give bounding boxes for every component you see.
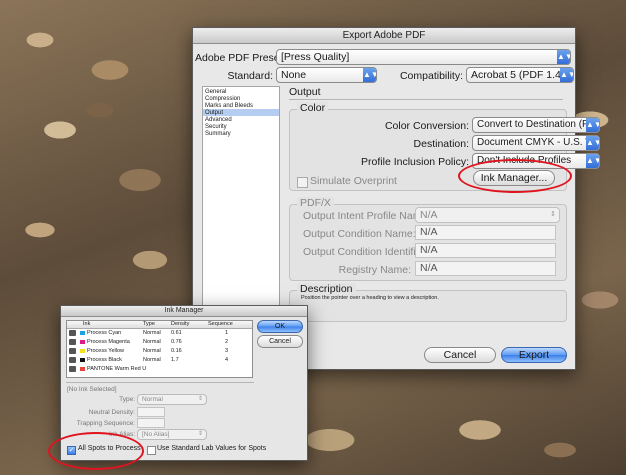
destination-value: Document CMYK - U.S. Web... [477, 137, 599, 148]
section-title: Output [289, 86, 321, 98]
preset-select[interactable]: [Press Quality] ▲▼ [276, 49, 571, 65]
chevron-updown-icon: ▲▼ [557, 50, 570, 64]
chevron-updown-icon: ▲▼ [363, 68, 376, 82]
nav-item-compression[interactable]: Compression [203, 95, 279, 102]
highlight-circle [458, 159, 572, 193]
highlight-circle [48, 432, 144, 470]
chevron-updown-icon: ▲▼ [586, 154, 599, 168]
col-ink[interactable]: Ink [83, 321, 90, 328]
color-conversion-select[interactable]: Convert to Destination (Prese... ▲▼ [472, 117, 600, 133]
ink-row[interactable]: Process Magenta Normal 0.76 2 [67, 338, 252, 346]
description-text: Position the pointer over a heading to v… [301, 295, 439, 301]
color-conversion-label: Color Conversion: [384, 120, 469, 132]
ink-row[interactable]: PANTONE Warm Red U [67, 365, 252, 373]
preset-label: Adobe PDF Preset: [195, 52, 286, 64]
swatch-icon [80, 340, 85, 344]
nav-item-security[interactable]: Security [203, 123, 279, 130]
output-intent-select[interactable]: N/A ⇕ [415, 207, 560, 223]
printer-icon [69, 339, 76, 345]
output-condition-label: Output Condition Name: [303, 228, 416, 240]
output-intent-value: N/A [420, 209, 438, 221]
swatch-icon [80, 349, 85, 353]
nav-item-general[interactable]: General [203, 87, 279, 95]
output-identifier-label: Output Condition Identifier: [303, 246, 428, 258]
swatch-icon [80, 358, 85, 362]
trapping-sequence-label: Trapping Sequence: [76, 420, 135, 427]
neutral-density-field[interactable] [137, 407, 165, 417]
ink-row[interactable]: Process Cyan Normal 0.61 1 [67, 329, 252, 337]
nav-item-summary[interactable]: Summary [203, 130, 279, 137]
profile-inclusion-label: Profile Inclusion Policy: [361, 156, 469, 168]
output-intent-label: Output Intent Profile Name: [303, 210, 431, 222]
use-lab-checkbox[interactable] [147, 446, 156, 455]
destination-label: Destination: [413, 138, 469, 150]
compat-select[interactable]: Acrobat 5 (PDF 1.4) ▲▼ [466, 67, 574, 83]
ok-button[interactable]: OK [257, 320, 303, 333]
simulate-overprint-label: Simulate Overprint [310, 175, 397, 187]
compat-value: Acrobat 5 (PDF 1.4) [471, 69, 565, 81]
description-title: Description [297, 283, 356, 295]
export-dialog-titlebar: Export Adobe PDF [193, 28, 575, 44]
type-label: Type: [119, 396, 135, 403]
output-identifier-field[interactable]: N/A [415, 243, 556, 258]
standard-select[interactable]: None ▲▼ [276, 67, 377, 83]
trapping-sequence-field[interactable] [137, 418, 165, 428]
simulate-overprint-checkbox[interactable] [297, 177, 308, 188]
printer-icon [69, 366, 76, 372]
destination-select[interactable]: Document CMYK - U.S. Web... ▲▼ [472, 135, 600, 151]
chevron-updown-icon: ⇕ [197, 396, 203, 402]
chevron-updown-icon: ⇕ [550, 211, 556, 218]
chevron-updown-icon: ▲▼ [586, 136, 599, 150]
nav-item-output[interactable]: Output [203, 109, 279, 116]
printer-icon [69, 348, 76, 354]
standard-value: None [281, 69, 307, 81]
selection-label: [No Ink Selected] [67, 386, 117, 393]
chevron-updown-icon: ⇕ [197, 431, 203, 437]
pdfx-group-title: PDF/X [297, 197, 334, 209]
use-lab-label: Use Standard Lab Values for Spots [157, 445, 267, 452]
ink-manager-title: Ink Manager [164, 307, 204, 314]
ink-alias-select[interactable]: [No Alias] ⇕ [137, 429, 207, 440]
ink-cancel-button[interactable]: Cancel [257, 335, 303, 348]
printer-icon [69, 357, 76, 363]
swatch-icon [80, 331, 85, 335]
color-conversion-value: Convert to Destination (Prese... [477, 119, 599, 130]
col-sequence[interactable]: Sequence [208, 321, 233, 328]
nav-item-marks-bleeds[interactable]: Marks and Bleeds [203, 102, 279, 109]
nav-item-advanced[interactable]: Advanced [203, 116, 279, 123]
color-group-title: Color [297, 102, 329, 114]
export-button[interactable]: Export [501, 347, 567, 363]
cancel-button[interactable]: Cancel [424, 347, 496, 363]
printer-icon [69, 330, 76, 336]
chevron-updown-icon: ▲▼ [586, 118, 599, 132]
section-divider [289, 99, 563, 100]
registry-name-field[interactable]: N/A [415, 261, 556, 276]
neutral-density-label: Neutral Density: [88, 409, 135, 416]
registry-name-label: Registry Name: [338, 264, 411, 276]
col-density[interactable]: Density [171, 321, 189, 328]
ink-row[interactable]: Process Black Normal 1.7 4 [67, 356, 252, 364]
swatch-icon [80, 367, 85, 371]
compat-label: Compatibility: [399, 70, 463, 82]
preset-value: [Press Quality] [281, 51, 350, 63]
ink-row[interactable]: Process Yellow Normal 0.16 3 [67, 347, 252, 355]
ink-manager-titlebar: Ink Manager [61, 306, 307, 317]
export-dialog-title: Export Adobe PDF [342, 30, 426, 41]
ink-table-header: Ink Type Density Sequence [67, 321, 252, 329]
ink-table: Ink Type Density Sequence Process Cyan N… [66, 320, 253, 378]
chevron-updown-icon: ▲▼ [560, 68, 573, 82]
output-condition-field[interactable]: N/A [415, 225, 556, 240]
ink-settings-divider [66, 382, 254, 383]
col-type[interactable]: Type [143, 321, 155, 328]
type-select[interactable]: Normal ⇕ [137, 394, 207, 405]
standard-label: Standard: [227, 70, 273, 82]
